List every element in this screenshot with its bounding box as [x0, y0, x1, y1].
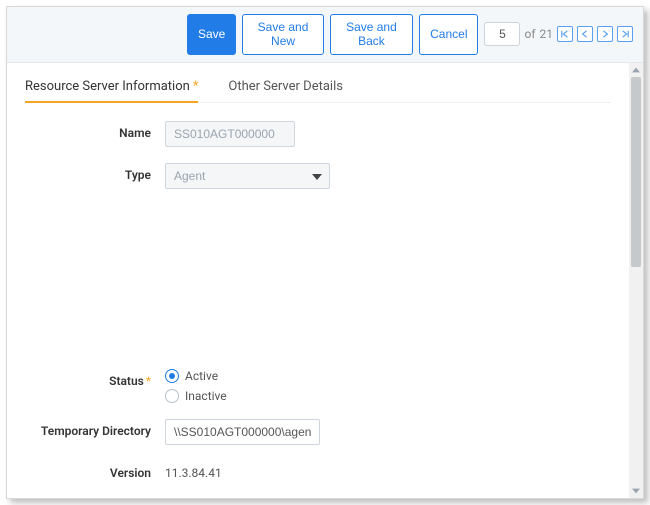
first-icon [561, 30, 569, 38]
pagination: of 21 [484, 22, 633, 46]
last-icon [621, 30, 629, 38]
tab-resource-server-info[interactable]: Resource Server Information* [25, 73, 198, 102]
tab-label: Resource Server Information [25, 79, 190, 94]
spacer [25, 205, 611, 353]
first-page-button[interactable] [557, 26, 573, 42]
window: Save Save and New Save and Back Cancel o… [6, 6, 644, 499]
row-name: Name [25, 121, 611, 147]
status-active-label: Active [185, 369, 218, 383]
name-input [165, 121, 295, 147]
save-and-new-button[interactable]: Save and New [242, 14, 323, 55]
chevron-left-icon [581, 30, 589, 38]
version-value: 11.3.84.41 [165, 461, 222, 480]
radio-unchecked-icon [165, 389, 179, 403]
type-value [165, 163, 330, 189]
body: Resource Server Information* Other Serve… [7, 63, 643, 498]
tab-other-server-details[interactable]: Other Server Details [228, 73, 343, 102]
toolbar: Save Save and New Save and Back Cancel o… [7, 7, 643, 63]
tempdir-label: Temporary Directory [25, 419, 165, 438]
row-type: Type [25, 163, 611, 189]
pagination-of-label: of [524, 27, 535, 41]
save-and-back-button[interactable]: Save and Back [330, 14, 413, 55]
status-inactive-radio[interactable]: Inactive [165, 389, 227, 403]
cancel-button[interactable]: Cancel [419, 14, 478, 55]
version-label: Version [25, 461, 165, 480]
save-button[interactable]: Save [187, 14, 236, 55]
prev-page-button[interactable] [577, 26, 593, 42]
required-indicator: * [193, 79, 199, 94]
last-page-button[interactable] [617, 26, 633, 42]
tabs: Resource Server Information* Other Serve… [25, 73, 611, 103]
tempdir-input[interactable] [165, 419, 320, 445]
scroll-up-icon[interactable] [629, 63, 643, 77]
row-tempdir: Temporary Directory [25, 419, 611, 445]
type-select[interactable] [165, 163, 330, 189]
chevron-right-icon [601, 30, 609, 38]
type-label: Type [25, 163, 165, 182]
status-inactive-label: Inactive [185, 389, 227, 403]
scroll-thumb[interactable] [631, 77, 641, 267]
content: Resource Server Information* Other Serve… [7, 63, 629, 498]
name-label: Name [25, 121, 165, 140]
status-label: Status* [25, 369, 165, 388]
row-version: Version 11.3.84.41 [25, 461, 611, 480]
scroll-down-icon[interactable] [629, 484, 643, 498]
scroll-track[interactable] [629, 77, 643, 484]
form: Name Type [25, 121, 611, 480]
radio-checked-icon [165, 369, 179, 383]
vertical-scrollbar[interactable] [629, 63, 643, 498]
page-number-input[interactable] [484, 22, 520, 46]
status-active-radio[interactable]: Active [165, 369, 227, 383]
toolbar-actions: Save Save and New Save and Back Cancel [187, 14, 478, 55]
status-radio-group: Active Inactive [165, 369, 227, 403]
row-status: Status* Active Inactive [25, 369, 611, 403]
pagination-total: 21 [540, 27, 554, 41]
next-page-button[interactable] [597, 26, 613, 42]
